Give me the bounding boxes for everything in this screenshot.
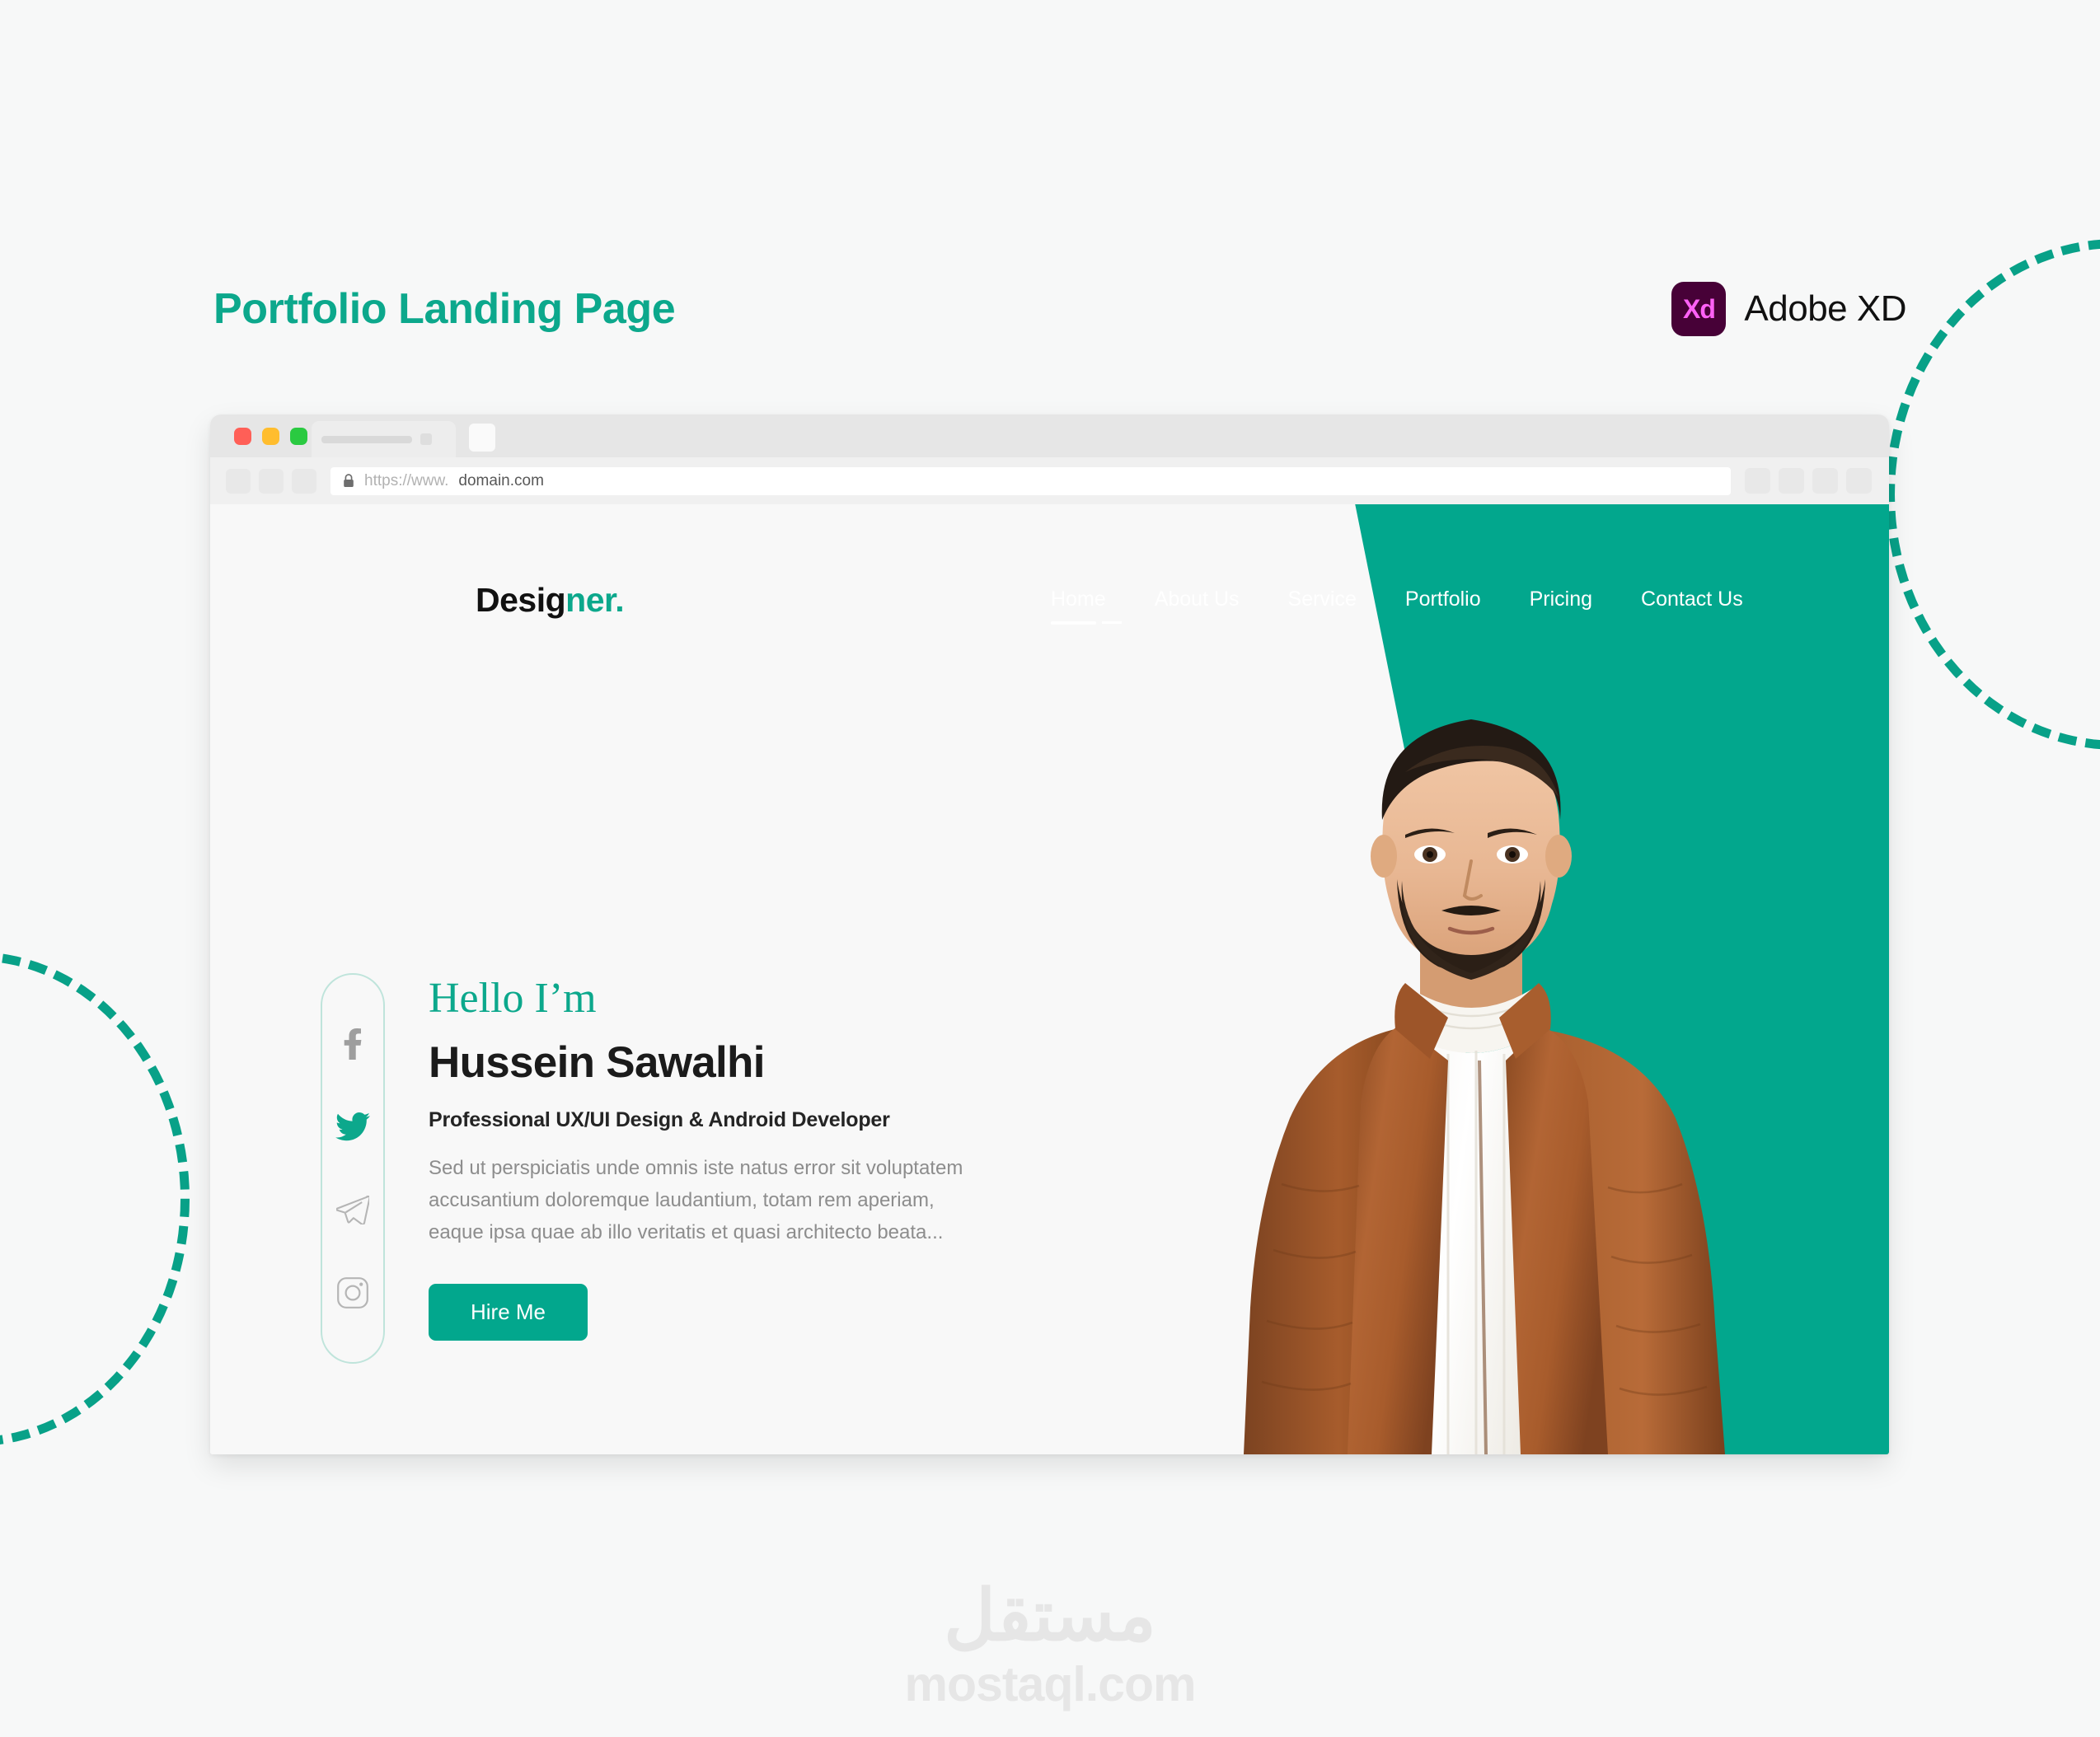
- browser-tab-strip: [210, 414, 1889, 457]
- telegram-icon[interactable]: [335, 1192, 370, 1227]
- page-canvas: Portfolio Landing Page Xd Adobe XD https…: [0, 0, 2100, 1737]
- hero-name: Hussein Sawalhi: [429, 1038, 765, 1087]
- browser-window: https://www. domain.com Designer. Home A…: [210, 414, 1889, 1454]
- back-icon[interactable]: [226, 468, 251, 494]
- profile-icon[interactable]: [1812, 468, 1838, 494]
- browser-toolbar: https://www. domain.com: [210, 457, 1889, 504]
- nav-item-portfolio[interactable]: Portfolio: [1405, 588, 1481, 616]
- site-logo-dark: Desig: [476, 581, 566, 619]
- close-icon[interactable]: [420, 433, 432, 445]
- forward-icon[interactable]: [259, 468, 284, 494]
- dashed-circle-left: [0, 952, 190, 1446]
- nav-item-about-us[interactable]: About Us: [1155, 588, 1240, 616]
- minimize-window-button[interactable]: [262, 427, 279, 445]
- url-domain: domain.com: [458, 471, 544, 489]
- reload-icon[interactable]: [292, 468, 316, 494]
- adobe-xd-icon: Xd: [1671, 282, 1727, 336]
- site-logo[interactable]: Designer.: [476, 581, 625, 620]
- nav-item-home[interactable]: Home: [1051, 588, 1113, 625]
- browser-tab[interactable]: [312, 421, 456, 457]
- url-scheme: https://www.: [364, 471, 449, 489]
- hero-greeting: Hello I’m: [429, 975, 597, 1022]
- address-bar[interactable]: https://www. domain.com: [330, 466, 1731, 495]
- site-logo-accent: ner.: [565, 581, 625, 619]
- new-tab-button[interactable]: [469, 424, 495, 452]
- tool-label: Adobe XD: [1744, 288, 1906, 329]
- hero-portrait-image: [1244, 719, 1725, 1454]
- facebook-icon[interactable]: [335, 1027, 370, 1061]
- watermark-arabic: مستقل: [944, 1576, 1156, 1655]
- lock-icon: [344, 474, 354, 487]
- page-title: Portfolio Landing Page: [213, 285, 676, 333]
- tool-badge: Xd Adobe XD: [1671, 282, 1906, 336]
- main-nav: Home About Us Service Portfolio Pricing …: [1051, 588, 1743, 625]
- hero-role: Professional UX/UI Design & Android Deve…: [429, 1108, 890, 1131]
- hire-me-button[interactable]: Hire Me: [429, 1283, 588, 1341]
- menu-icon[interactable]: [1846, 468, 1872, 494]
- maximize-window-button[interactable]: [290, 427, 307, 445]
- toolbar-right-icons: [1745, 468, 1873, 494]
- tab-title-placeholder: [321, 435, 412, 443]
- bookmark-icon[interactable]: [1779, 468, 1804, 494]
- website-hero: Designer. Home About Us Service Portfoli…: [210, 504, 1889, 1454]
- nav-item-contact-us[interactable]: Contact Us: [1641, 588, 1743, 616]
- watermark-latin: mostaql.com: [904, 1657, 1197, 1711]
- close-window-button[interactable]: [234, 427, 251, 445]
- hero-bio: Sed ut perspiciatis unde omnis iste natu…: [429, 1157, 963, 1243]
- social-links-rail: [321, 973, 385, 1364]
- nav-item-service[interactable]: Service: [1288, 588, 1357, 616]
- twitter-icon[interactable]: [335, 1110, 370, 1145]
- dashed-circle-right: [1886, 239, 2100, 750]
- hero-copy: Hello I’m Hussein Sawalhi Professional U…: [429, 974, 973, 1341]
- extension-icon[interactable]: [1745, 468, 1770, 494]
- instagram-icon[interactable]: [335, 1276, 370, 1310]
- nav-item-pricing[interactable]: Pricing: [1530, 588, 1592, 616]
- mostaql-watermark: مستقل mostaql.com: [904, 1576, 1197, 1712]
